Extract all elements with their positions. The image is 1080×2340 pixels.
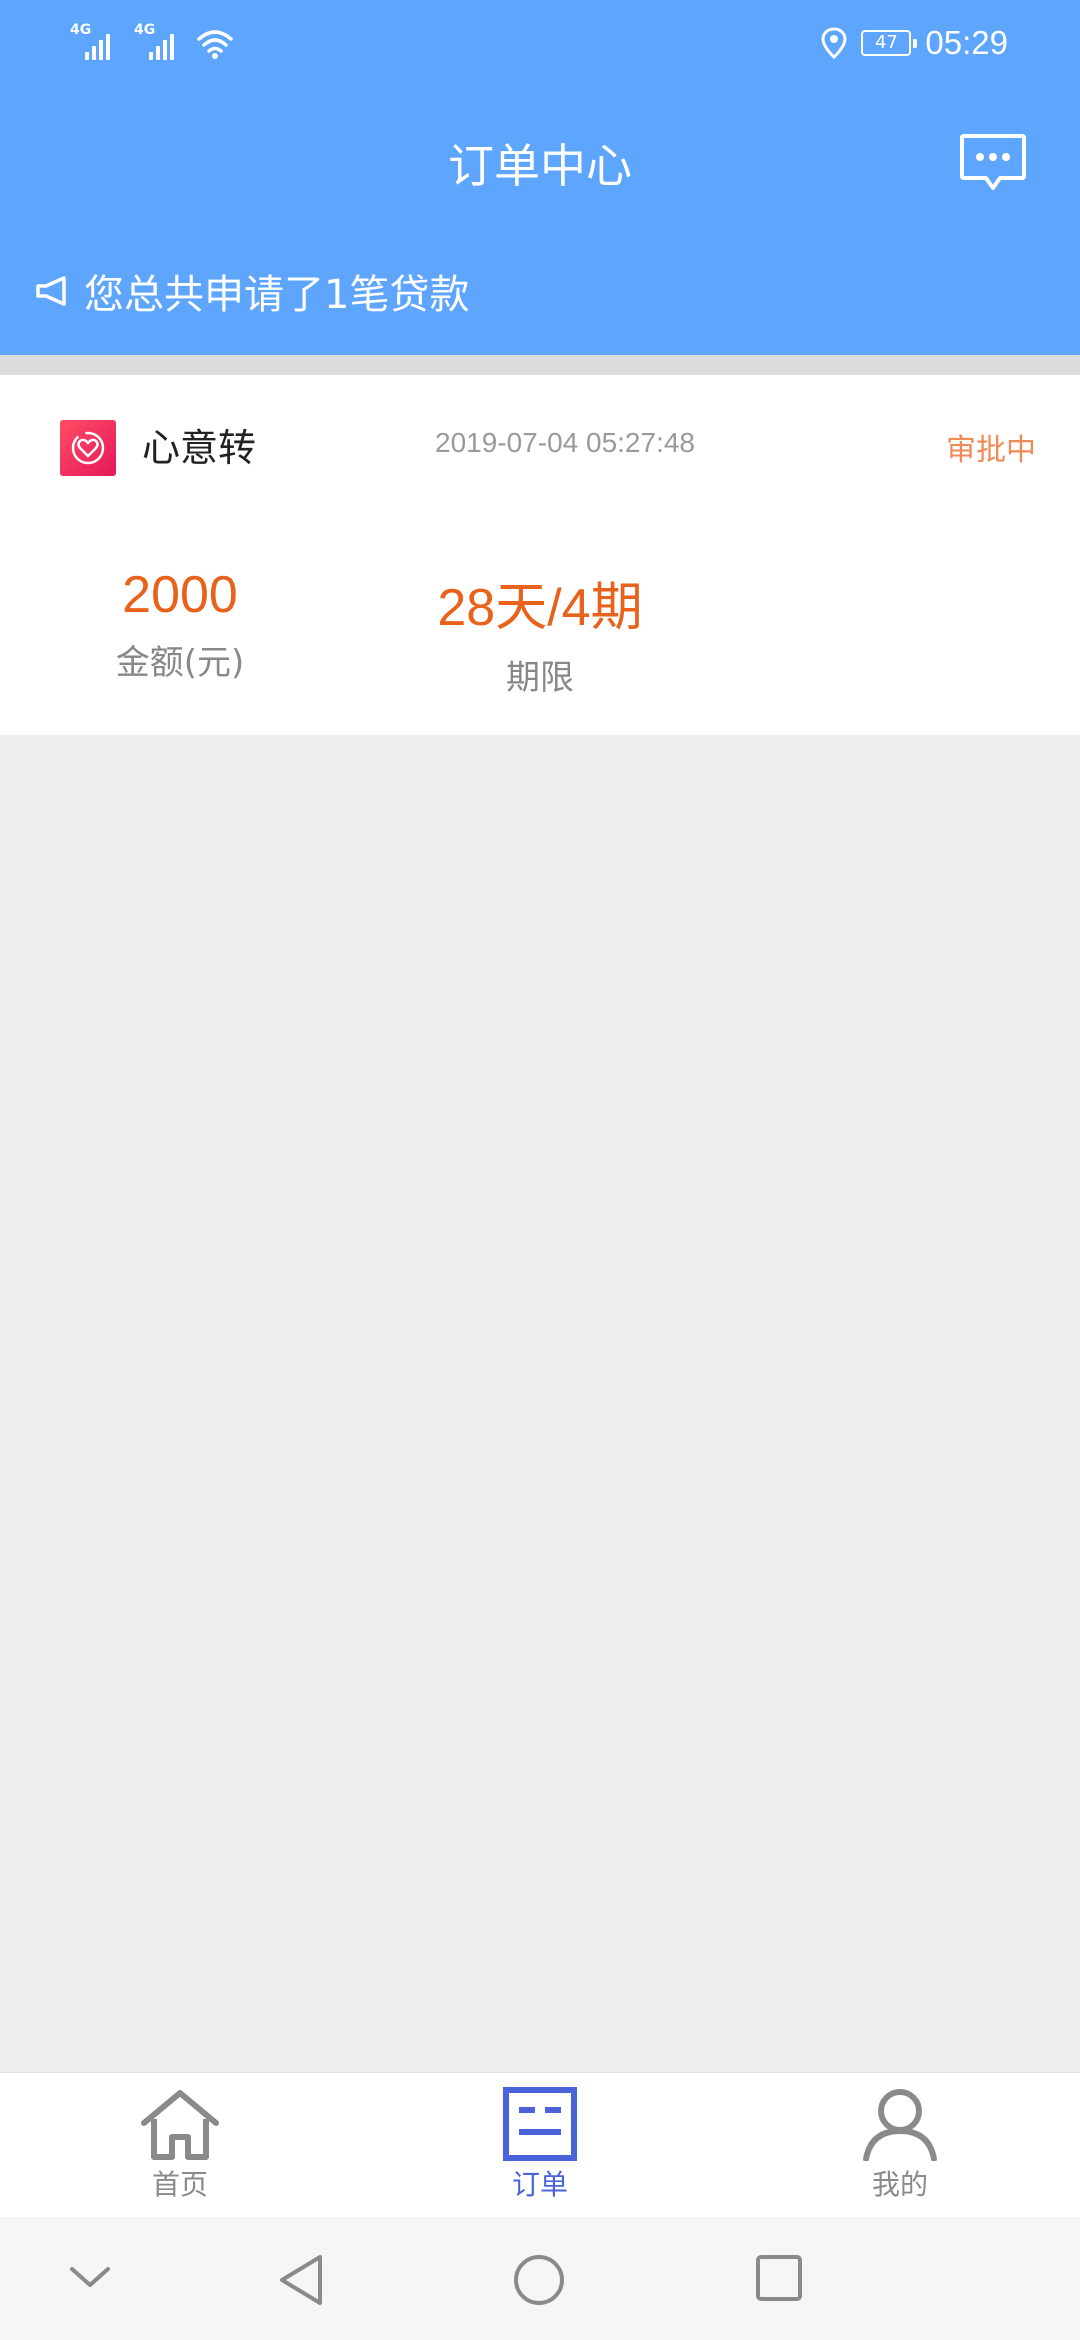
- back-icon[interactable]: [276, 2253, 326, 2307]
- order-status: 审批中: [946, 433, 1036, 468]
- tab-label: 首页: [151, 2168, 208, 2201]
- status-left: 4G 4G: [68, 22, 234, 60]
- wifi-icon: [197, 30, 233, 59]
- chevron-down-icon[interactable]: [66, 2253, 114, 2301]
- term-value: 28天/4期: [437, 579, 643, 637]
- signal-icon: 4G: [68, 22, 118, 60]
- amount-value: 2000: [122, 566, 238, 624]
- battery-icon: 47: [861, 30, 918, 56]
- megaphone-icon: [36, 276, 66, 306]
- tab-label: 我的: [871, 2168, 928, 2201]
- clock: 05:29: [925, 24, 1008, 61]
- order-icon: [503, 2087, 577, 2161]
- home-icon: [141, 2090, 219, 2160]
- status-bar: 4G 4G 47 05:29: [0, 0, 1080, 90]
- system-nav-bar: [0, 2217, 1080, 2340]
- divider: [0, 355, 1080, 375]
- amount-label: 金额(元): [115, 643, 245, 683]
- tab-profile[interactable]: 我的: [800, 2087, 1000, 2203]
- tab-bar: 首页 订单 我的: [0, 2072, 1080, 2218]
- chat-bubble-icon: [960, 134, 1026, 190]
- signal-label: 4G: [70, 22, 92, 38]
- header: 4G 4G 47 05:29 订单中心 您总共申请了1笔贷款: [0, 0, 1080, 355]
- heart-logo-icon: [60, 420, 116, 476]
- page-title: 订单中心: [448, 139, 632, 193]
- message-button[interactable]: [958, 132, 1028, 196]
- order-time: 2019-07-04 05:27:48: [435, 427, 695, 458]
- term-label: 期限: [506, 658, 574, 698]
- tab-home[interactable]: 首页: [80, 2087, 280, 2203]
- status-right: 47 05:29: [821, 24, 1008, 62]
- user-icon: [863, 2089, 937, 2161]
- home-button-icon[interactable]: [512, 2253, 566, 2307]
- recents-icon[interactable]: [754, 2253, 804, 2303]
- term-metric: 28天/4期 期限: [420, 565, 660, 699]
- signal-label: 4G: [134, 22, 156, 38]
- tab-label: 订单: [511, 2168, 568, 2201]
- product-name: 心意转: [142, 426, 257, 470]
- notice-text: 您总共申请了1笔贷款: [84, 272, 470, 318]
- order-card[interactable]: 心意转 2019-07-04 05:27:48 审批中 2000 金额(元) 2…: [0, 375, 1080, 735]
- location-icon: [821, 27, 847, 59]
- amount-metric: 2000 金额(元): [80, 565, 280, 684]
- signal-icon: 4G: [132, 22, 182, 60]
- loan-notice: 您总共申请了1笔贷款: [34, 262, 469, 320]
- tab-orders[interactable]: 订单: [440, 2087, 640, 2203]
